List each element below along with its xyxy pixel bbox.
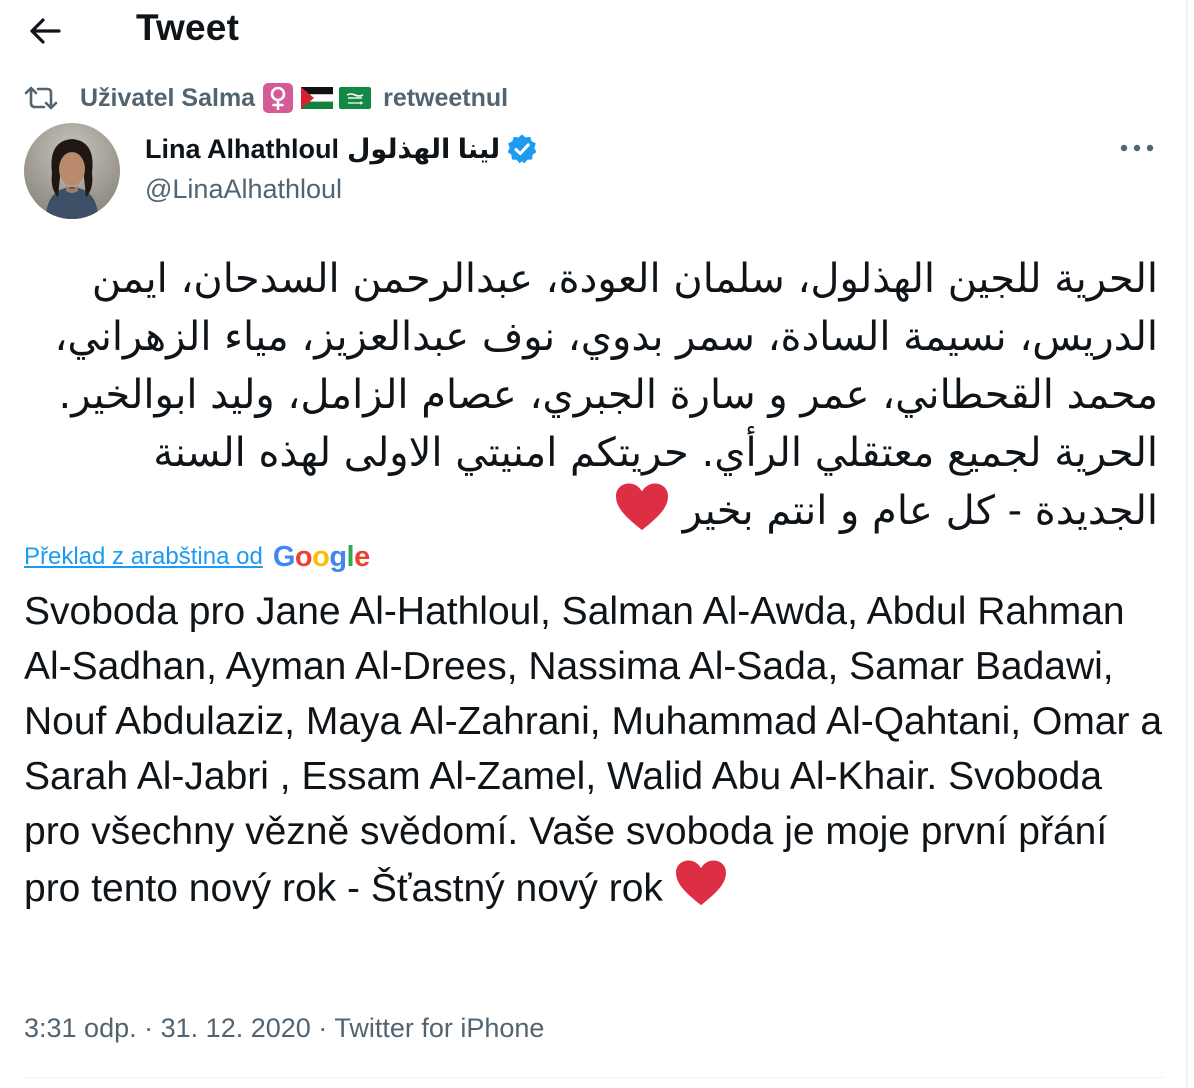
red-heart-emoji — [615, 483, 668, 530]
female-sign-emoji — [263, 83, 294, 113]
translate-link[interactable]: Překlad z arabština od — [24, 543, 263, 571]
retweeter-name[interactable]: Uživatel Salma — [80, 84, 255, 113]
translation-attribution: Překlad z arabština od Google — [24, 540, 370, 574]
meta-separator: · — [318, 1013, 328, 1043]
retweet-suffix: retweetnul — [383, 83, 509, 112]
author-name[interactable]: Lina Alhathloul لينا الهذلول — [145, 130, 538, 168]
back-button[interactable] — [22, 8, 68, 54]
top-bar: Tweet — [0, 0, 1186, 62]
author-display-name: Lina Alhathloul — [145, 133, 339, 164]
red-heart-emoji — [675, 860, 726, 906]
tweet-text-arabic: الحرية للجين الهذلول، سلمان العودة، عبدا… — [54, 256, 1158, 534]
tweet-meta: 3:31 odp. · 31. 12. 2020 · Twitter for i… — [24, 1010, 544, 1046]
google-logo: Google — [272, 540, 370, 573]
tweet-time[interactable]: 3:31 odp. — [24, 1013, 137, 1043]
page-title: Tweet — [136, 7, 240, 48]
more-options-button[interactable] — [1112, 130, 1162, 166]
retweet-context: Uživatel Salma retweetnul — [24, 80, 508, 116]
arrow-left-icon — [30, 18, 61, 44]
verified-badge-icon — [507, 134, 537, 164]
meta-separator: · — [144, 1013, 154, 1043]
author-handle[interactable]: @LinaAlhathloul — [145, 172, 342, 206]
retweet-icon — [24, 86, 58, 110]
palestine-flag-emoji — [301, 87, 334, 109]
avatar[interactable] — [24, 123, 120, 219]
more-icon — [1120, 144, 1154, 152]
column-border — [1186, 0, 1188, 1088]
avatar-image — [24, 123, 120, 219]
tweet-source[interactable]: Twitter for iPhone — [334, 1013, 544, 1043]
saudi-flag-emoji — [339, 87, 372, 109]
tweet-text-original: الحرية للجين الهذلول، سلمان العودة، عبدا… — [24, 250, 1158, 540]
tweet-text-czech: Svoboda pro Jane Al-Hathloul, Salman Al-… — [24, 590, 1163, 910]
tweet-text-translated: Svoboda pro Jane Al-Hathloul, Salman Al-… — [24, 584, 1164, 916]
divider — [24, 1077, 1164, 1078]
tweet-date[interactable]: 31. 12. 2020 — [161, 1013, 311, 1043]
author-display-name-arabic: لينا الهذلول — [346, 133, 501, 164]
